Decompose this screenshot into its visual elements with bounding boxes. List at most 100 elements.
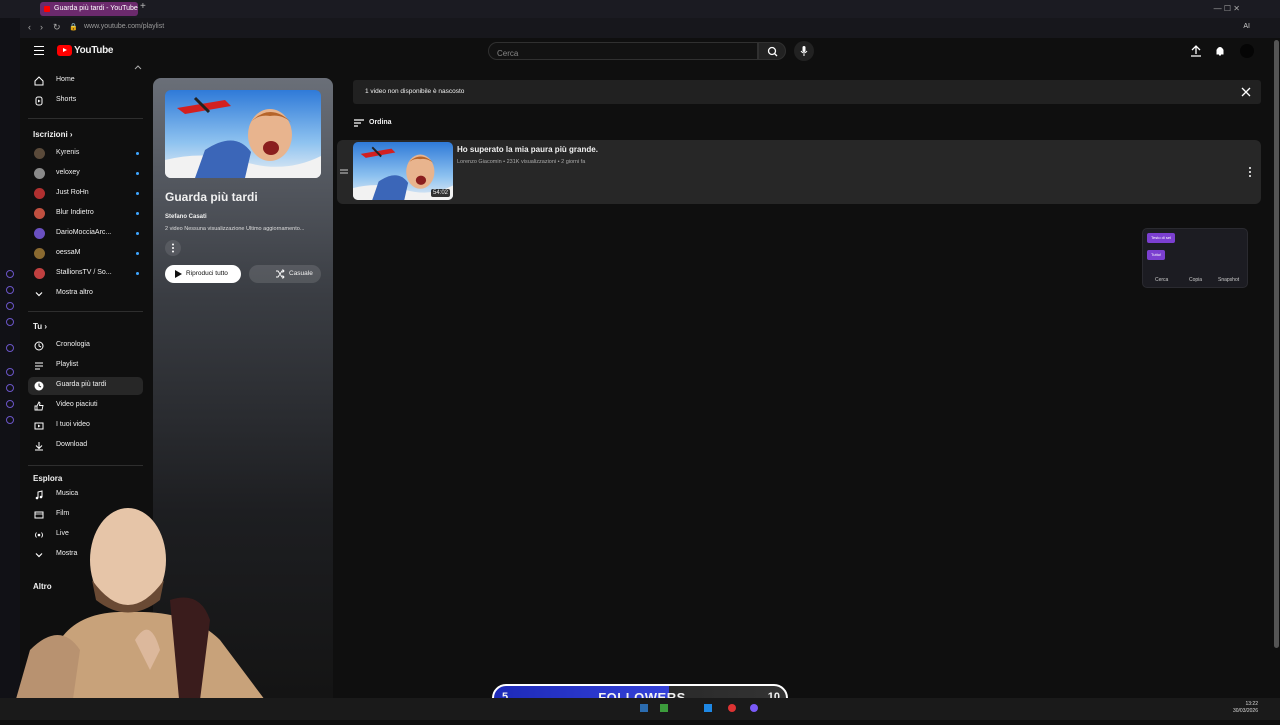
subscription-item[interactable]: veloxey	[28, 165, 143, 183]
page-scrollbar[interactable]	[1274, 40, 1279, 648]
playlist-title: Guarda più tardi	[165, 190, 258, 204]
subscriptions-title[interactable]: Iscrizioni ›	[33, 130, 73, 139]
extension-chip[interactable]: Testo di sel	[1147, 233, 1176, 243]
nav-item-watch-later[interactable]: Guarda più tardi	[28, 377, 143, 395]
browser-window-controls[interactable]: — ☐ ✕	[1214, 4, 1240, 13]
back-icon[interactable]: ‹	[28, 22, 31, 32]
app-icon[interactable]	[750, 704, 758, 712]
extension-chip[interactable]: Tutto!	[1147, 250, 1166, 260]
channel-avatar	[34, 268, 45, 279]
channel-name: StallionsTV / So...	[56, 269, 112, 276]
new-content-dot-icon	[136, 232, 139, 235]
nav-item-your-videos[interactable]: I tuoi video	[28, 417, 143, 435]
video-title[interactable]: Ho superato la mia paura più grande.	[457, 145, 598, 154]
webcam-feed-image	[10, 508, 280, 720]
notifications-bell-icon[interactable]	[1214, 45, 1226, 57]
playlist-video-item[interactable]: 54:02 Ho superato la mia paura più grand…	[337, 140, 1261, 204]
app-icon[interactable]	[704, 704, 712, 712]
channel-name: DarioMocciaArc...	[56, 229, 112, 236]
more-vert-icon[interactable]	[1247, 166, 1253, 178]
chevron-down-icon	[35, 292, 43, 297]
nav-item-downloads[interactable]: Download	[28, 437, 143, 455]
app-icon[interactable]	[640, 704, 648, 712]
play-all-label: Riproduci tutto	[186, 270, 228, 277]
video-meta: Lorenzo Giacomin • 231K visualizzazioni …	[457, 159, 586, 165]
sidebar-app-icon[interactable]	[6, 318, 14, 326]
extension-snapshot-button[interactable]: Snapshot	[1218, 277, 1239, 283]
search-box[interactable]	[488, 42, 758, 62]
youtube-header: YouTube	[20, 38, 1280, 66]
extension-copy-button[interactable]: Copia	[1189, 277, 1202, 283]
search-input[interactable]	[489, 45, 757, 62]
channel-name: oessaM	[56, 249, 81, 256]
browser-tab-youtube[interactable]: Guarda più tardi - YouTube	[40, 2, 138, 16]
forward-icon[interactable]: ›	[40, 22, 43, 32]
youtube-logo-icon[interactable]	[57, 45, 72, 56]
playlist-icon	[35, 362, 43, 370]
subscription-item[interactable]: StallionsTV / So...	[28, 265, 143, 283]
extension-search-button[interactable]: Cerca	[1155, 277, 1168, 283]
sidebar-app-icon[interactable]	[6, 384, 14, 392]
clock-icon	[34, 381, 44, 391]
new-content-dot-icon	[136, 212, 139, 215]
shuffle-button[interactable]: Casuale	[249, 265, 321, 283]
youtube-logo-text[interactable]: YouTube	[74, 45, 114, 56]
reload-icon[interactable]: ↻	[53, 22, 61, 33]
home-icon	[34, 76, 44, 86]
microphone-icon	[800, 46, 808, 56]
sidebar-app-icon[interactable]	[6, 344, 14, 352]
nav-label: Musica	[56, 490, 79, 497]
nav-item-history[interactable]: Cronologia	[28, 337, 143, 355]
nav-item-liked-videos[interactable]: Video piaciuti	[28, 397, 143, 415]
subscription-item[interactable]: oessaM	[28, 245, 143, 263]
show-more-button[interactable]: Mostra altro	[28, 285, 143, 303]
nav-item-shorts[interactable]: Shorts	[28, 92, 143, 110]
playlist-thumbnail[interactable]	[165, 90, 321, 178]
notice-text: 1 video non disponibile è nascosto	[365, 88, 465, 95]
extension-popup: Testo di sel Tutto! Cerca Copia Snapshot	[1142, 228, 1248, 288]
playlist-owner[interactable]: Stefano Casati	[165, 214, 207, 220]
you-section-title[interactable]: Tu ›	[33, 322, 47, 331]
voice-search-button[interactable]	[794, 41, 814, 61]
explore-section-title: Esplora	[33, 474, 63, 483]
nav-divider	[28, 465, 143, 466]
clock-date[interactable]: 30/03/2026	[1233, 708, 1258, 714]
sidebar-app-icon[interactable]	[6, 286, 14, 294]
sidebar-app-icon[interactable]	[6, 416, 14, 424]
sidebar-app-icon[interactable]	[6, 400, 14, 408]
drag-handle-icon[interactable]	[339, 168, 349, 176]
sidebar-app-icon[interactable]	[6, 368, 14, 376]
clock-time[interactable]: 13:22	[1245, 701, 1258, 707]
nav-item-playlists[interactable]: Playlist	[28, 357, 143, 375]
channel-name: Kyrenis	[56, 149, 80, 156]
channel-name: Just RoHn	[56, 189, 89, 196]
sidebar-app-icon[interactable]	[6, 302, 14, 310]
video-thumbnail[interactable]: 54:02	[353, 142, 453, 200]
more-vert-icon	[172, 243, 174, 253]
close-icon[interactable]	[1241, 87, 1251, 97]
playlist-more-button[interactable]	[165, 240, 181, 256]
search-button[interactable]	[758, 42, 786, 60]
video-duration: 54:02	[430, 189, 450, 197]
subscription-item[interactable]: Kyrenis	[28, 145, 143, 163]
play-all-button[interactable]: Riproduci tutto	[165, 265, 241, 283]
app-icon[interactable]	[660, 704, 668, 712]
your-videos-icon	[34, 422, 44, 430]
browser-tab-title: Guarda più tardi - YouTube	[54, 5, 138, 12]
collapse-chevron-icon[interactable]	[134, 64, 142, 70]
upload-icon[interactable]	[1190, 45, 1202, 57]
sidebar-app-icon[interactable]	[6, 270, 14, 278]
nav-item-home[interactable]: Home	[28, 72, 143, 90]
app-icon[interactable]	[728, 704, 736, 712]
url-field[interactable]: www.youtube.com/playlist	[84, 23, 164, 30]
shorts-icon	[35, 96, 43, 106]
sort-icon	[354, 119, 364, 127]
new-tab-button[interactable]: +	[140, 1, 146, 12]
music-note-icon	[35, 490, 43, 500]
subscription-item[interactable]: Just RoHn	[28, 185, 143, 203]
avatar[interactable]	[1240, 44, 1254, 58]
ai-button[interactable]: AI	[1243, 23, 1250, 30]
subscription-item[interactable]: DarioMocciaArc...	[28, 225, 143, 243]
hamburger-menu-icon[interactable]	[34, 46, 44, 55]
subscription-item[interactable]: Blur Indietro	[28, 205, 143, 223]
